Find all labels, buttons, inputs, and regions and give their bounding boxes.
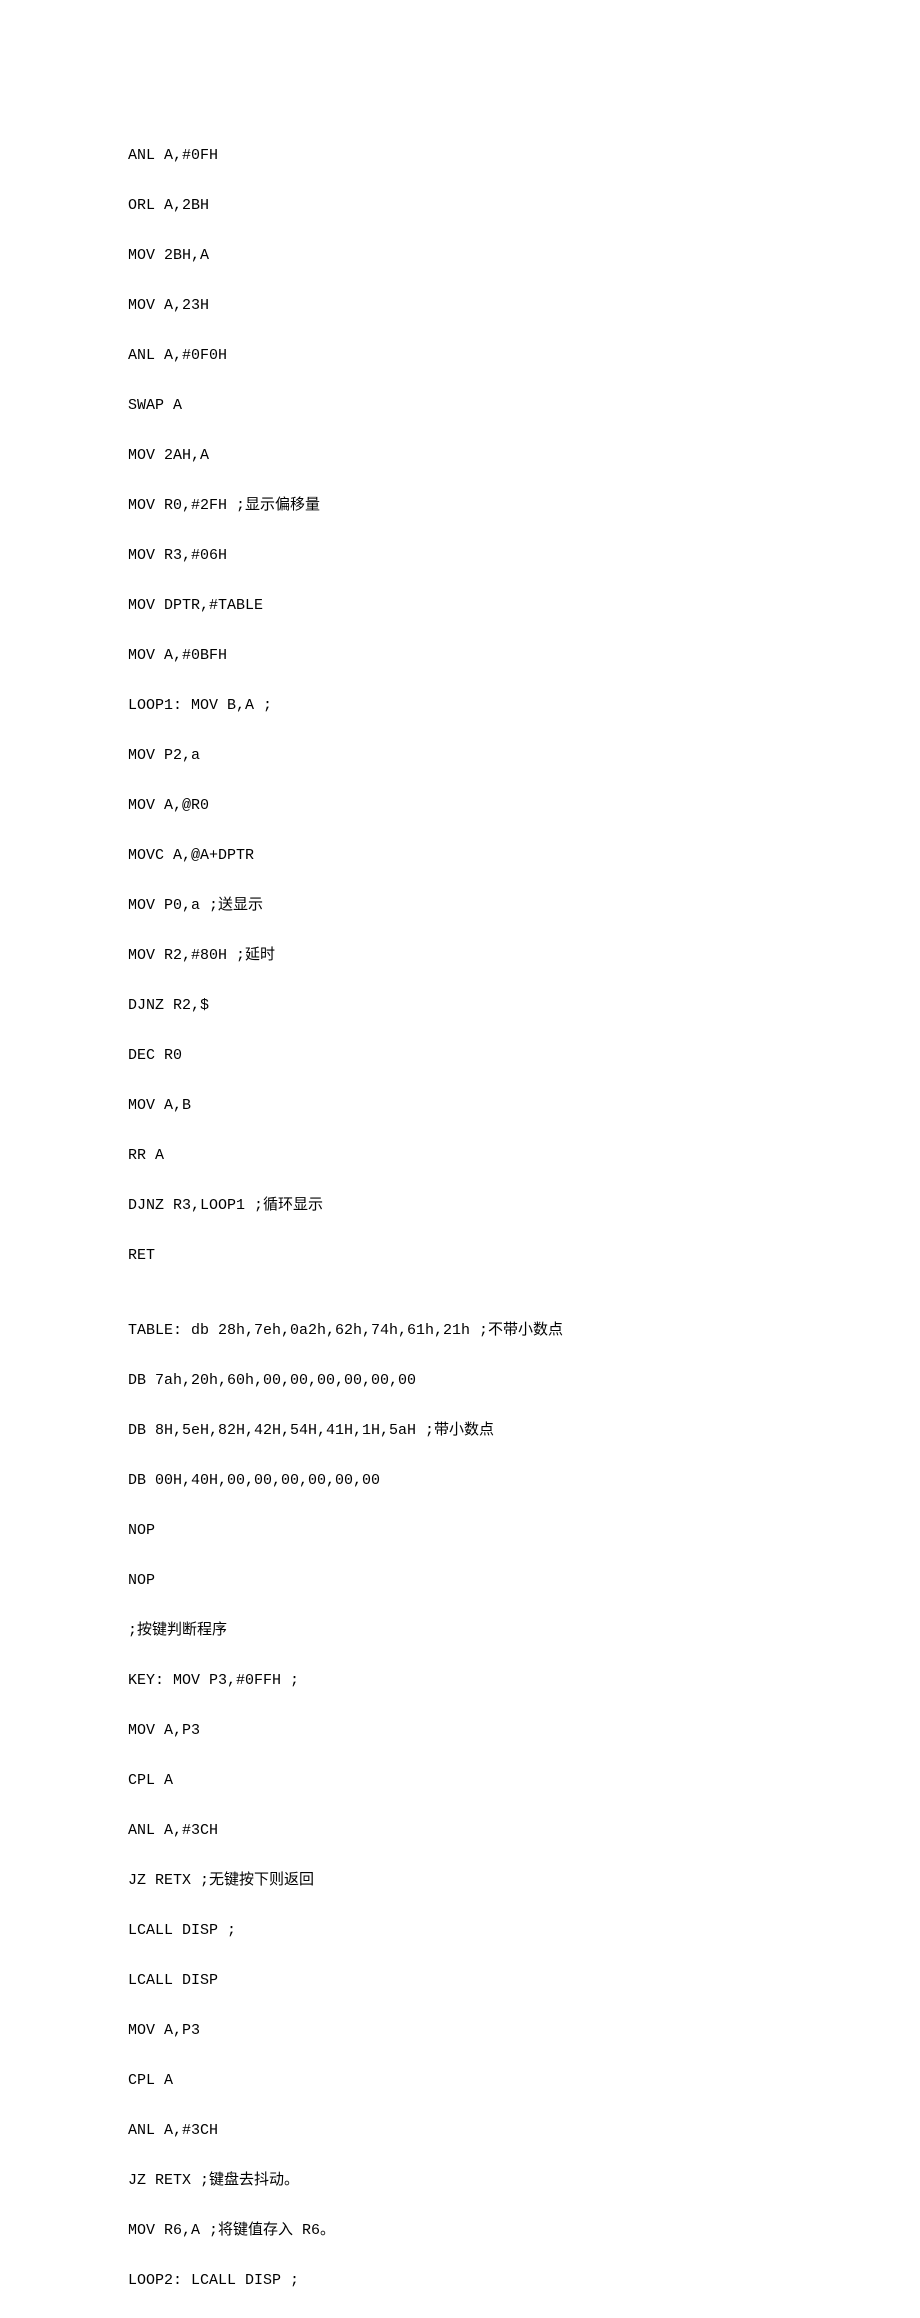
code-line: MOV R6,A ;将键值存入 R6。 (128, 2218, 920, 2243)
code-line: MOV 2AH,A (128, 443, 920, 468)
code-line: MOV R2,#80H ;延时 (128, 943, 920, 968)
code-line: JZ RETX ;无键按下则返回 (128, 1868, 920, 1893)
code-line: MOV A,P3 (128, 2018, 920, 2043)
code-line: DEC R0 (128, 1043, 920, 1068)
code-line: LOOP2: LCALL DISP ; (128, 2268, 920, 2293)
code-line: JZ RETX ;键盘去抖动。 (128, 2168, 920, 2193)
code-line: ANL A,#0FH (128, 143, 920, 168)
code-line: SWAP A (128, 393, 920, 418)
code-line: KEY: MOV P3,#0FFH ; (128, 1668, 920, 1693)
code-line: DB 00H,40H,00,00,00,00,00,00 (128, 1468, 920, 1493)
code-line: ;按键判断程序 (128, 1618, 920, 1643)
code-line: NOP (128, 1518, 920, 1543)
code-line: MOV P0,a ;送显示 (128, 893, 920, 918)
code-line: LOOP1: MOV B,A ; (128, 693, 920, 718)
code-line: RR A (128, 1143, 920, 1168)
code-line: MOV A,B (128, 1093, 920, 1118)
code-line: DB 7ah,20h,60h,00,00,00,00,00,00 (128, 1368, 920, 1393)
code-line: LCALL DISP (128, 1968, 920, 1993)
code-line: ORL A,2BH (128, 193, 920, 218)
code-line: CPL A (128, 2068, 920, 2093)
code-line: ANL A,#3CH (128, 1818, 920, 1843)
code-line: ANL A,#0F0H (128, 343, 920, 368)
code-line: MOV A,#0BFH (128, 643, 920, 668)
code-line: MOV 2BH,A (128, 243, 920, 268)
code-line: CPL A (128, 1768, 920, 1793)
code-line: DB 8H,5eH,82H,42H,54H,41H,1H,5aH ;带小数点 (128, 1418, 920, 1443)
code-line: MOVC A,@A+DPTR (128, 843, 920, 868)
code-line: LCALL DISP ; (128, 1918, 920, 1943)
document-page: ANL A,#0FH ORL A,2BH MOV 2BH,A MOV A,23H… (0, 0, 920, 2318)
code-line: MOV R3,#06H (128, 543, 920, 568)
code-line: DJNZ R3,LOOP1 ;循环显示 (128, 1193, 920, 1218)
code-line: MOV DPTR,#TABLE (128, 593, 920, 618)
code-line: TABLE: db 28h,7eh,0a2h,62h,74h,61h,21h ;… (128, 1318, 920, 1343)
code-line: ANL A,#3CH (128, 2118, 920, 2143)
code-line: MOV A,P3 (128, 1718, 920, 1743)
code-line: MOV R0,#2FH ;显示偏移量 (128, 493, 920, 518)
code-line: DJNZ R2,$ (128, 993, 920, 1018)
code-line: MOV P2,a (128, 743, 920, 768)
code-line: MOV A,23H (128, 293, 920, 318)
code-line: RET (128, 1243, 920, 1268)
code-line: MOV A,@R0 (128, 793, 920, 818)
code-line: NOP (128, 1568, 920, 1593)
